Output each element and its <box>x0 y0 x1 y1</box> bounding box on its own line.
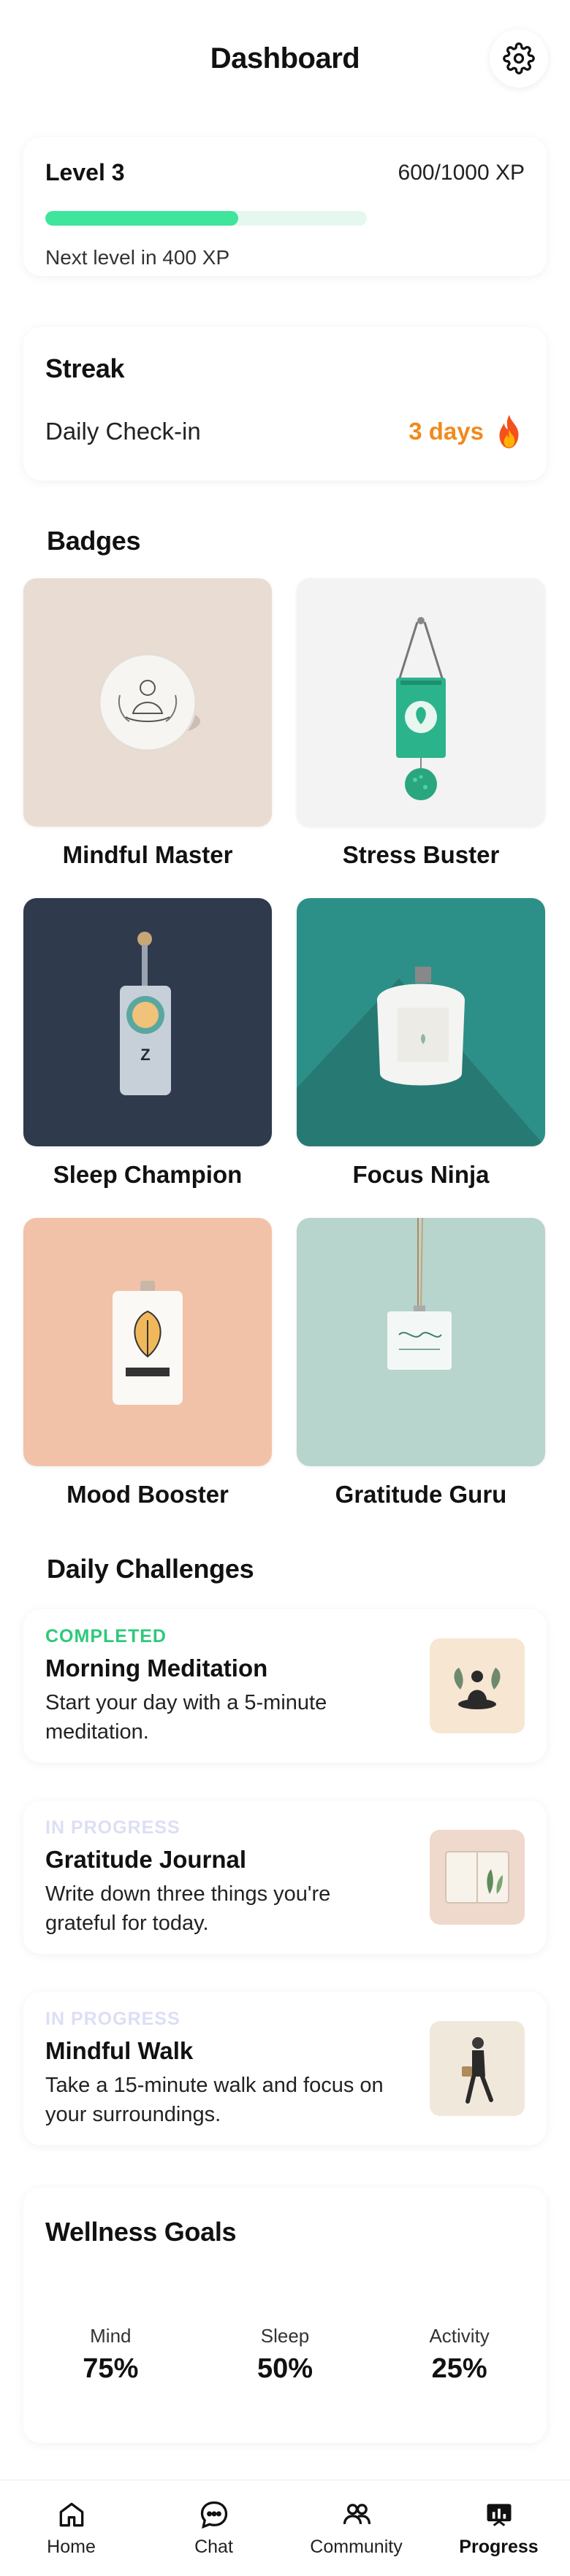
badge-label: Focus Ninja <box>352 1161 490 1188</box>
nav-label: Community <box>310 2537 403 2557</box>
meditation-pin-image <box>23 578 272 827</box>
goal-label: Sleep <box>260 2325 310 2347</box>
page-title: Dashboard <box>210 42 360 74</box>
home-icon <box>59 2502 83 2527</box>
walk-thumbnail <box>430 2021 525 2116</box>
badge-gratitude-guru[interactable] <box>297 1218 545 1466</box>
goal-value: 25% <box>431 2353 487 2384</box>
badge-label: Stress Buster <box>342 841 500 868</box>
chat-icon <box>200 2501 227 2529</box>
next-level-text: Next level in 400 XP <box>45 246 230 269</box>
checkin-label: Daily Check-in <box>45 418 201 445</box>
fire-icon <box>499 415 519 448</box>
goal-label: Mind <box>90 2325 132 2347</box>
bottom-nav: Home Chat Community Progress <box>0 2480 570 2576</box>
badge-sleep-champion[interactable]: Z <box>23 898 272 1146</box>
challenge-card-gratitude-journal[interactable]: IN PROGRESS Gratitude Journal Write down… <box>23 1801 547 1954</box>
challenge-description: Write down three things you're grateful … <box>45 1882 331 1935</box>
nav-label: Progress <box>459 2537 539 2557</box>
badge-label: Mood Booster <box>66 1481 229 1508</box>
nav-label: Chat <box>194 2537 233 2557</box>
badge-label: Sleep Champion <box>53 1161 243 1188</box>
level-progress-fill <box>45 211 238 226</box>
sleep-tag-image: Z <box>23 898 272 1146</box>
wellness-goals-card: Wellness Goals Mind 75% Sleep 50% Activi… <box>23 2188 547 2443</box>
challenge-name: Morning Meditation <box>45 1654 268 1682</box>
progress-icon <box>487 2504 511 2526</box>
goal-value: 75% <box>83 2353 139 2384</box>
badge-label: Mindful Master <box>62 841 233 868</box>
meditation-thumbnail <box>430 1638 525 1733</box>
settings-button[interactable] <box>490 29 548 88</box>
stress-tag-image <box>297 578 545 827</box>
journal-thumbnail <box>430 1830 525 1925</box>
badge-focus-ninja[interactable] <box>297 898 545 1146</box>
status-badge: IN PROGRESS <box>45 1817 180 1838</box>
goal-value: 50% <box>256 2353 314 2384</box>
community-icon <box>343 2504 370 2524</box>
goal-mind: Mind 75% <box>37 2325 183 2385</box>
nav-label: Home <box>47 2537 96 2557</box>
challenge-description: Take a 15-minute walk and focus on your … <box>45 2073 384 2126</box>
goal-label: Activity <box>429 2325 490 2347</box>
challenge-card-morning-meditation[interactable]: COMPLETED Morning Meditation Start your … <box>23 1609 547 1763</box>
streak-card: Streak Daily Check-in 3 days <box>23 327 547 480</box>
badge-mood-booster[interactable] <box>23 1218 272 1466</box>
level-progress-bar <box>45 211 367 226</box>
gratitude-tag-image <box>297 1218 545 1466</box>
svg-text:Z: Z <box>140 1046 150 1064</box>
mood-tag-image <box>23 1218 272 1466</box>
goal-activity: Activity 25% <box>387 2325 533 2385</box>
challenge-card-mindful-walk[interactable]: IN PROGRESS Mindful Walk Take a 15-minut… <box>23 1992 547 2145</box>
challenge-description: Start your day with a 5-minute meditatio… <box>45 1690 327 1744</box>
nav-item-community[interactable]: Community <box>291 2499 422 2558</box>
badges-title: Badges <box>47 526 141 556</box>
app-header: Dashboard <box>0 0 570 117</box>
level-label: Level 3 <box>45 159 125 185</box>
xp-counter: 600/1000 XP <box>398 160 525 185</box>
badge-stress-buster[interactable] <box>297 578 545 827</box>
badge-label: Gratitude Guru <box>335 1481 507 1508</box>
badge-mindful-master[interactable] <box>23 578 272 827</box>
level-card: Level 3 600/1000 XP Next level in 400 XP <box>23 137 547 276</box>
nav-item-home[interactable]: Home <box>6 2499 137 2558</box>
challenge-name: Gratitude Journal <box>45 1845 247 1873</box>
streak-days: 3 days <box>408 418 484 445</box>
status-badge: IN PROGRESS <box>45 2008 180 2029</box>
challenges-title: Daily Challenges <box>47 1554 254 1584</box>
streak-title: Streak <box>45 353 125 383</box>
challenge-name: Mindful Walk <box>45 2036 194 2064</box>
focus-tag-image <box>297 898 545 1146</box>
nav-item-chat[interactable]: Chat <box>148 2499 280 2558</box>
status-badge: COMPLETED <box>45 1625 167 1647</box>
wellness-goals-title: Wellness Goals <box>45 2217 237 2247</box>
nav-item-progress[interactable]: Progress <box>433 2499 565 2558</box>
goal-sleep: Sleep 50% <box>212 2325 358 2385</box>
gear-icon <box>503 42 535 74</box>
